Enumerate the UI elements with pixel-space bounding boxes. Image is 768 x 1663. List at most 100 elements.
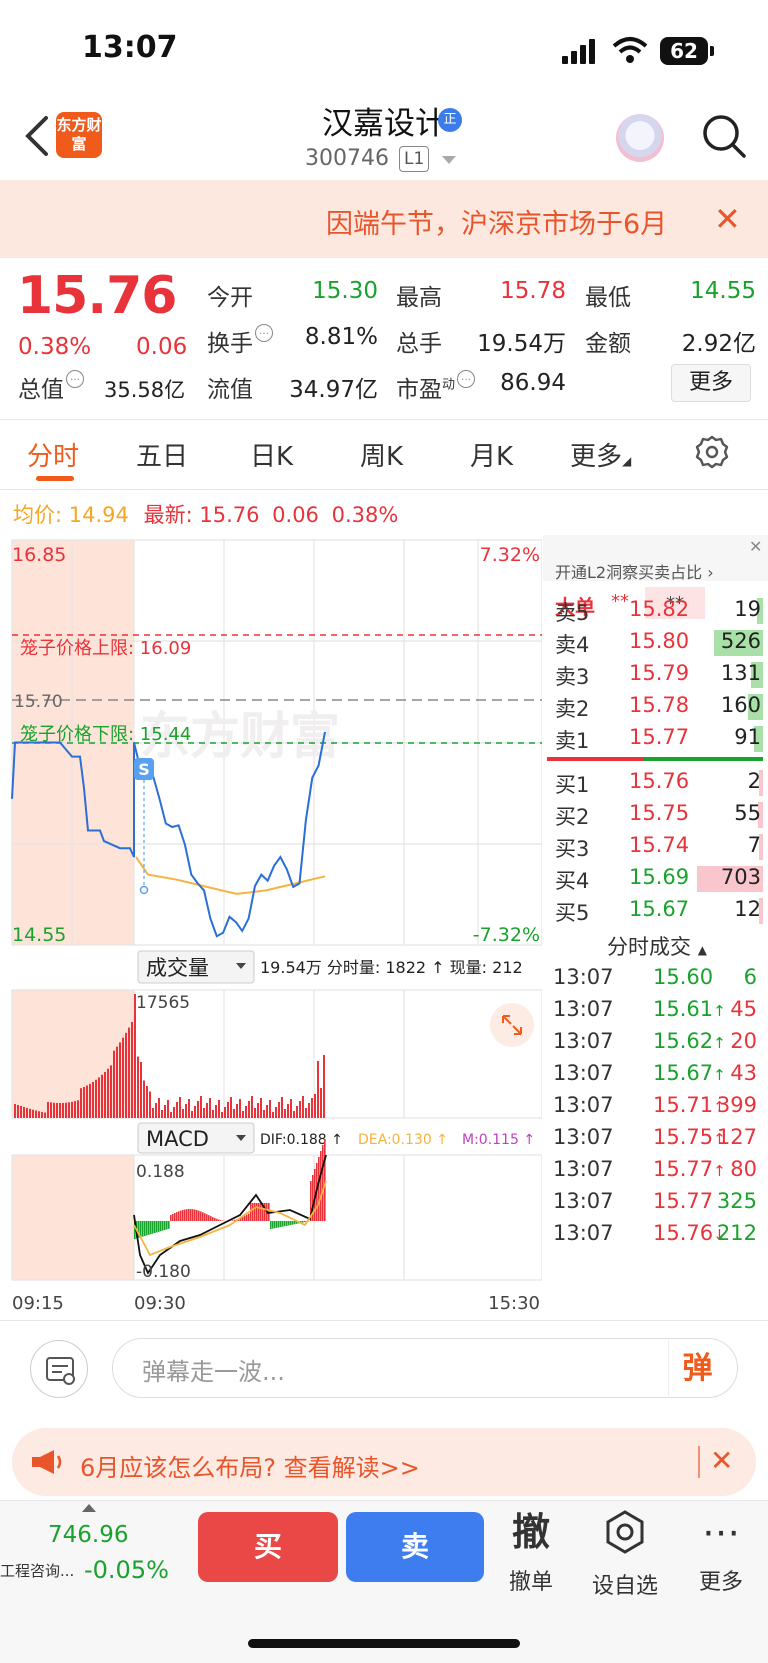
tab-daily-k[interactable]: 日K [250,436,293,473]
trade-volume: 80 [730,1157,757,1181]
tab-intraday[interactable]: 分时 [27,436,79,473]
bid-volume: 7 [747,833,761,857]
info-icon[interactable]: … [66,370,84,388]
chevron-up-icon[interactable] [82,1504,96,1512]
macd-bar [182,1209,184,1221]
promo-text[interactable]: 6月应该怎么布局? 查看解读>> [80,1448,420,1483]
add-watchlist-button[interactable]: 设自选 [580,1508,670,1600]
volume-bar [41,1111,43,1118]
sector-index-name[interactable]: 工程咨询... [0,1560,82,1581]
volume-bar [173,1107,175,1118]
home-indicator[interactable] [248,1639,520,1648]
tab-monthly-k[interactable]: 月K [470,436,513,473]
info-icon[interactable]: … [457,370,476,388]
bid-row[interactable]: 买2 15.75 55 [543,799,763,831]
bid-price: 15.69 [629,865,690,889]
macd-bar [200,1211,202,1221]
macd-bar [146,1221,148,1236]
volume-bar [194,1106,196,1118]
volume-bar [80,1088,82,1118]
intraday-chart[interactable]: 东方财富 笼子价格上限: 16.09 笼子价格下限: 15.44 15.70 1… [0,535,542,1320]
volume-bar [254,1108,256,1118]
ask-row[interactable]: 卖2 15.78 160 [543,691,763,723]
macd-bar [178,1211,180,1221]
macd-bar [280,1221,282,1227]
more-actions-button[interactable]: ⋯ 更多 [676,1508,766,1596]
macd-bar [252,1203,254,1221]
macd-bar [220,1220,222,1221]
danmu-toggle-button[interactable]: 弹 [668,1340,726,1398]
ask-row[interactable]: 卖1 15.77 91 [543,723,763,755]
bid-row[interactable]: 买1 15.76 2 [543,767,763,799]
sector-index-pct[interactable]: -0.05% [84,1556,169,1584]
volume-bar [125,1032,127,1118]
tab-five-day[interactable]: 五日 [136,436,188,473]
volume-bar [170,1112,172,1118]
volume-bar [311,1098,313,1118]
danmu-settings-icon[interactable] [30,1340,88,1398]
ask-row[interactable]: 卖5 15.82 19 [543,595,763,627]
volume-bar [74,1101,76,1118]
preopen-shade-macd [12,1155,134,1280]
volume-bar [86,1085,88,1118]
volume-label: 总手 [396,331,442,357]
battery-icon: 62 [660,37,708,65]
volume-bar [26,1107,28,1118]
s-marker-dot [139,885,149,895]
tab-more[interactable]: 更多◢ [570,436,631,473]
close-icon[interactable]: ✕ [749,537,762,556]
info-icon[interactable]: … [255,324,273,342]
sector-index-value[interactable]: 746.96 [48,1522,128,1548]
macd-bar [290,1221,292,1225]
bid-row[interactable]: 买3 15.74 7 [543,831,763,863]
macd-bar [318,1157,320,1221]
level-badge[interactable]: L1 [399,146,430,172]
bid-volume: 12 [734,897,761,921]
volume-bar [299,1101,301,1118]
macd-bar [164,1221,166,1230]
buy-button[interactable]: 买 [198,1512,338,1582]
bid-volume: 2 [747,769,761,793]
trade-price: 15.76↓ [653,1221,726,1245]
ask-price: 15.80 [629,629,690,653]
gear-icon[interactable] [694,434,730,470]
volume-bar [296,1106,298,1118]
volume-bar [140,1062,142,1118]
volume-bar [227,1102,229,1118]
volume-bar [23,1106,25,1118]
trade-time: 13:07 [553,1189,614,1213]
bid-row[interactable]: 买5 15.67 12 [543,895,763,927]
trade-volume: 6 [743,965,757,989]
volume-bar [167,1100,169,1118]
volume-bar [308,1103,310,1118]
divider [0,489,768,490]
bid-label: 买3 [555,837,590,861]
close-icon[interactable]: ✕ [714,203,741,235]
search-icon[interactable] [700,112,748,160]
volume-selector-label: 成交量 [146,956,209,980]
more-fields-button[interactable]: 更多 [671,364,751,402]
macd-dea: DEA:0.130 ↑ [358,1132,448,1148]
cancel-order-button[interactable]: 撤 撤单 [486,1508,576,1596]
divider [0,419,768,420]
volume-bar [179,1097,181,1118]
float-value: 34.97亿 [289,377,378,403]
trades-title[interactable]: 分时成交 ▲ [607,931,707,961]
ask-row[interactable]: 卖3 15.79 131 [543,659,763,691]
volume-bar [128,1027,130,1118]
sell-button[interactable]: 卖 [346,1512,484,1582]
close-icon[interactable]: ✕ [710,1444,733,1477]
l2-banner-text[interactable]: 开通L2洞察买卖占比 › [555,559,714,583]
volume-bar [50,1102,52,1118]
bid-label: 买5 [555,901,590,925]
bid-row[interactable]: 买4 15.69 703 [543,863,763,895]
trade-price: 15.62↑ [653,1029,726,1053]
notice-text[interactable]: 因端午节，沪深京市场于6月 [326,202,682,241]
ask-row[interactable]: 卖4 15.80 526 [543,627,763,659]
chevron-down-icon[interactable] [442,156,456,164]
robot-assistant-icon[interactable] [616,114,664,162]
tab-weekly-k[interactable]: 周K [360,436,403,473]
danmu-placeholder[interactable]: 弹幕走一波... [142,1352,285,1387]
macd-bar [188,1209,190,1221]
volume-bar [266,1105,268,1118]
